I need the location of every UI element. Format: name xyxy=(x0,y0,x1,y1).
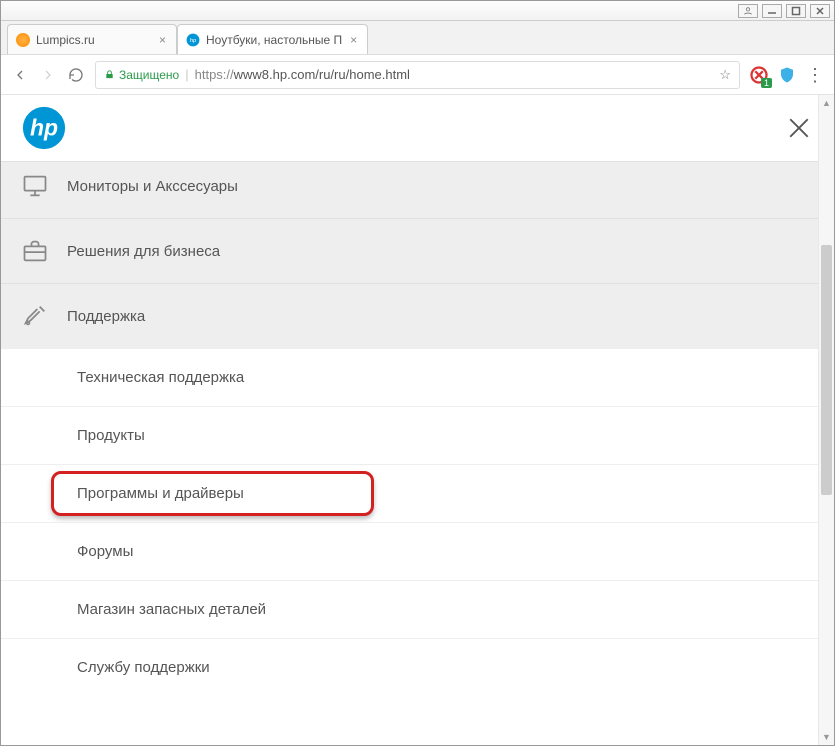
browser-tab[interactable]: Lumpics.ru × xyxy=(7,24,177,54)
favicon-icon: hp xyxy=(186,33,200,47)
reload-button[interactable] xyxy=(67,66,85,84)
secure-indicator: Защищено xyxy=(104,68,179,82)
submenu-item-label: Форумы xyxy=(77,543,133,560)
address-bar[interactable]: Защищено | https://www8.hp.com/ru/ru/hom… xyxy=(95,61,740,89)
submenu-item-forums[interactable]: Форумы xyxy=(1,522,834,580)
secure-label: Защищено xyxy=(119,68,179,82)
hp-logo-icon[interactable]: hp xyxy=(21,105,67,151)
window-minimize-button[interactable] xyxy=(762,4,782,18)
url-text: https://www8.hp.com/ru/ru/home.html xyxy=(195,67,410,82)
briefcase-icon xyxy=(21,237,49,265)
svg-text:hp: hp xyxy=(30,115,58,141)
browser-tabs-row: Lumpics.ru × hp Ноутбуки, настольные П × xyxy=(1,21,834,55)
browser-window: Lumpics.ru × hp Ноутбуки, настольные П ×… xyxy=(0,0,835,746)
extensions-area: 1 ⋮ xyxy=(750,66,824,84)
forward-button[interactable] xyxy=(39,66,57,84)
lock-icon xyxy=(104,69,115,80)
tab-title: Lumpics.ru xyxy=(36,33,95,47)
submenu-item-support-service[interactable]: Службу поддержки xyxy=(1,638,834,696)
scroll-thumb[interactable] xyxy=(821,245,832,495)
favicon-icon xyxy=(16,33,30,47)
submenu-item-products[interactable]: Продукты xyxy=(1,406,834,464)
menu-item-label: Мониторы и Акссесуары xyxy=(67,178,238,195)
window-close-button[interactable] xyxy=(810,4,830,18)
separator: | xyxy=(185,67,188,82)
window-user-icon[interactable] xyxy=(738,4,758,18)
submenu-item-tech-support[interactable]: Техническая поддержка xyxy=(1,348,834,406)
extension-adblock-icon[interactable]: 1 xyxy=(750,66,768,84)
submenu-item-label: Магазин запасных деталей xyxy=(77,601,266,618)
scrollbar[interactable]: ▲ ▼ xyxy=(818,95,834,745)
extension-badge: 1 xyxy=(761,78,772,88)
bookmark-star-icon[interactable]: ☆ xyxy=(719,67,731,83)
window-maximize-button[interactable] xyxy=(786,4,806,18)
back-button[interactable] xyxy=(11,66,29,84)
support-icon xyxy=(21,302,49,330)
support-submenu: Техническая поддержка Продукты Программы… xyxy=(1,348,834,696)
scroll-down-icon[interactable]: ▼ xyxy=(819,729,834,745)
submenu-item-label: Техническая поддержка xyxy=(77,369,244,386)
submenu-item-software-drivers[interactable]: Программы и драйверы xyxy=(1,464,834,522)
submenu-item-label: Продукты xyxy=(77,427,145,444)
menu-item-business[interactable]: Решения для бизнеса xyxy=(1,218,834,283)
tab-title: Ноутбуки, настольные П xyxy=(206,33,342,47)
close-menu-button[interactable] xyxy=(784,113,814,143)
main-menu: Мониторы и Акссесуары Решения для бизнес… xyxy=(1,161,834,348)
submenu-item-label: Программы и драйверы xyxy=(77,485,244,502)
browser-tab[interactable]: hp Ноутбуки, настольные П × xyxy=(177,24,368,54)
svg-text:hp: hp xyxy=(190,38,197,44)
submenu-item-label: Службу поддержки xyxy=(77,659,210,676)
browser-toolbar: Защищено | https://www8.hp.com/ru/ru/hom… xyxy=(1,55,834,95)
monitor-icon xyxy=(21,172,49,200)
window-titlebar xyxy=(1,1,834,21)
submenu-item-parts-store[interactable]: Магазин запасных деталей xyxy=(1,580,834,638)
extension-shield-icon[interactable] xyxy=(778,66,796,84)
menu-item-label: Решения для бизнеса xyxy=(67,243,220,260)
page-viewport: hp Мониторы и Акссесуары Решен xyxy=(1,95,834,745)
menu-item-label: Поддержка xyxy=(67,308,145,325)
hp-header: hp xyxy=(1,95,834,161)
page-content: hp Мониторы и Акссесуары Решен xyxy=(1,95,834,745)
menu-item-monitors[interactable]: Мониторы и Акссесуары xyxy=(1,161,834,218)
scroll-up-icon[interactable]: ▲ xyxy=(819,95,834,111)
tab-close-icon[interactable]: × xyxy=(157,33,168,47)
tab-close-icon[interactable]: × xyxy=(348,33,359,47)
menu-item-support[interactable]: Поддержка xyxy=(1,283,834,348)
